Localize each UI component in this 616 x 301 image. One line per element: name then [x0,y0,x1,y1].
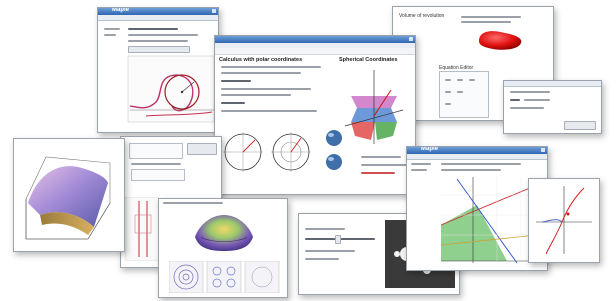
text-line [510,91,550,93]
window-3d-surface[interactable] [13,138,125,252]
text-line [104,34,116,36]
red-solid-3d [479,31,522,50]
surface-plot-3d [25,156,111,240]
close-icon[interactable] [212,9,216,13]
feasible-region-plot [437,175,541,265]
window-title-bar[interactable]: Maple [407,147,547,154]
palette-item[interactable] [445,91,451,93]
sphere-icons [326,130,342,170]
contour-thumbnails [169,261,280,293]
text-line [131,163,181,165]
text-line [221,72,301,74]
text-line [128,40,188,42]
text-line [441,163,521,165]
text-line [163,202,223,204]
text-line [221,66,321,68]
slider-handle[interactable] [335,235,341,244]
formula-line [221,102,245,104]
dialog-toolbar[interactable] [504,81,601,87]
section-title: Calculus with polar coordinates [219,57,303,63]
text-line [305,258,339,260]
text-line [221,94,291,96]
app-brand: Maple [421,146,439,152]
window-polar-worksheet[interactable]: Calculus with polar coordinates Spherica… [214,35,416,195]
cycloid-plot [127,55,215,123]
vertical-plot [125,197,159,261]
text-line [361,164,407,166]
action-button[interactable] [187,143,217,155]
formula-line [221,80,251,82]
palette-item[interactable] [445,79,451,81]
palette-item[interactable] [469,79,475,81]
text-line [104,28,120,30]
text-line [510,99,520,101]
text-line [221,88,311,90]
ok-button[interactable] [564,121,596,130]
window-small-dialog[interactable] [503,80,602,134]
window-curve-plot[interactable] [528,178,600,263]
text-line [128,34,198,36]
palette-item[interactable] [445,103,451,105]
text-line [128,28,178,30]
menu-bar[interactable] [98,15,218,21]
text-line [305,250,355,252]
close-icon[interactable] [409,37,413,41]
text-line [361,172,395,174]
menu-bar[interactable] [407,154,547,160]
app-brand: Maple [112,7,130,13]
window-title-bar[interactable] [215,36,415,43]
slider-control[interactable] [128,46,190,53]
text-line [524,99,550,101]
blob-plot-3d [195,215,253,251]
close-icon[interactable] [541,148,545,152]
text-line [461,21,511,23]
spherical-coords-3d [344,70,404,144]
palette-item[interactable] [457,79,463,81]
window-maple-region[interactable]: Maple [406,146,548,271]
text-line [441,169,501,171]
window-3d-blob[interactable] [158,198,288,298]
window-title-bar[interactable]: Maple [98,8,218,15]
text-line [411,169,427,171]
text-line [461,16,521,18]
text-line [510,107,544,109]
toolbar[interactable] [215,48,415,55]
input-box[interactable] [129,143,183,159]
text-line [411,163,431,165]
text-line [221,110,317,112]
palette-item[interactable] [457,91,463,93]
window-maple-cycloid[interactable]: Maple [97,7,219,133]
section-label: Volume of revolution [399,13,445,19]
text-line [305,228,345,230]
text-line [361,156,401,158]
curve-plot [532,182,596,258]
panel-title: Spherical Coordinates [339,57,398,63]
slider-box[interactable] [131,169,185,181]
